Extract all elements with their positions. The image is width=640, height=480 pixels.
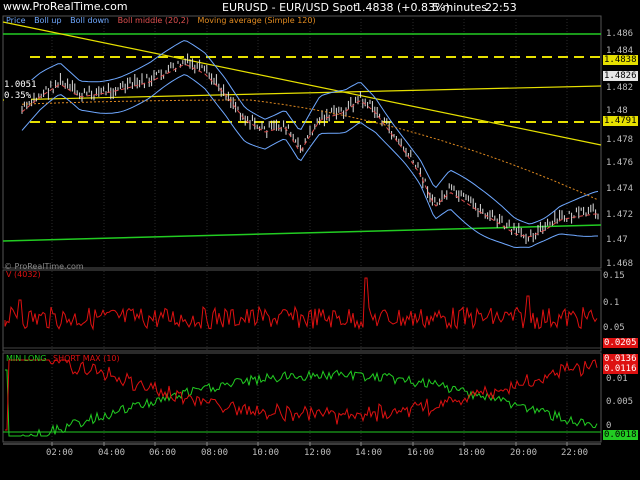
price-tick: 1.476	[606, 158, 634, 168]
price-tick: 1.482	[606, 83, 634, 93]
legend-boll-up[interactable]: Boll up	[34, 16, 62, 25]
legend-boll-middle[interactable]: Boll middle (20,2)	[118, 16, 189, 25]
yellow-trendline-down	[2, 21, 602, 146]
time-tick: 10:00	[252, 448, 280, 458]
panel2-tick: 0.15	[603, 271, 625, 281]
time-tick: 14:00	[355, 448, 383, 458]
price-tick: 1.47	[606, 235, 628, 245]
price-tick: 1.48	[606, 106, 628, 116]
price-tick: 1.468	[606, 259, 634, 269]
time-tick: 02:00	[46, 448, 74, 458]
panel3-tick: 0.005	[606, 397, 634, 407]
price-tick: 1.472	[606, 210, 634, 220]
panel3-value-tag: 0.0018	[603, 430, 638, 440]
panel2-value-tag: 0.0205	[603, 338, 638, 348]
time-tick: 08:00	[201, 448, 229, 458]
volatility-line	[4, 277, 598, 331]
price-tag-low: 1.4791	[603, 116, 638, 126]
price-tick: 1.478	[606, 135, 634, 145]
price-tick: 1.486	[606, 29, 634, 39]
short-max-line	[5, 358, 598, 431]
price-tick: 1.474	[606, 184, 634, 194]
panel3-legend-short[interactable]: SHORT MAX (10)	[53, 354, 120, 363]
time-tick: 06:00	[149, 448, 177, 458]
panel3-legend-min[interactable]: MIN LONG	[6, 354, 46, 363]
panel2-legend[interactable]: V (4032)	[6, 270, 41, 279]
panel2-tick: 0.1	[603, 298, 620, 308]
min-long-line	[5, 369, 598, 437]
panel2-tick: 0.05	[603, 323, 625, 333]
left-tag-b: 0.35%	[4, 91, 32, 101]
time-tick: 18:00	[458, 448, 486, 458]
legend-boll-down[interactable]: Boll down	[70, 16, 109, 25]
time-tick: 22:00	[561, 448, 589, 458]
panel3-legend: MIN LONG SHORT MAX (10)	[6, 354, 120, 363]
price-tag-last: 1.4826	[603, 71, 638, 81]
indicator-legend: Price Boll up Boll down Boll middle (20,…	[6, 16, 322, 25]
time-tick: 16:00	[407, 448, 435, 458]
time-tick: 04:00	[98, 448, 126, 458]
panel3-tick: 0.01	[606, 374, 628, 384]
panel3-tag-top: 0.0136	[603, 354, 638, 364]
legend-moving-average[interactable]: Moving average (Simple 120)	[198, 16, 316, 25]
legend-price[interactable]: Price	[6, 16, 26, 25]
left-tag-a: 1.0051	[4, 80, 37, 90]
price-chart[interactable]	[0, 0, 640, 480]
volume-panel-frame	[2, 269, 602, 352]
time-tick: 12:00	[304, 448, 332, 458]
panel3-tag-second: 0.0116	[603, 364, 638, 374]
yellow-trendline-flat	[2, 85, 602, 101]
time-tick: 20:00	[510, 448, 538, 458]
price-tag-high: 1.4838	[603, 55, 638, 65]
